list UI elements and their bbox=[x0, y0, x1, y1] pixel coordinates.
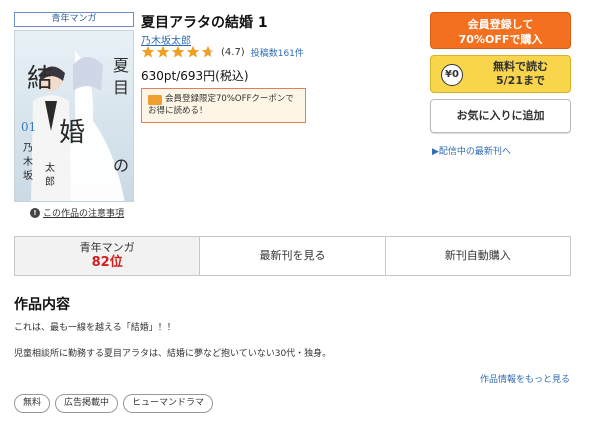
yen-coin-icon: ¥0 bbox=[441, 64, 463, 86]
review-count-link[interactable]: 投稿数161件 bbox=[251, 46, 304, 59]
svg-text:の: の bbox=[113, 156, 129, 175]
coupon-banner[interactable]: 会員登録限定70%OFFクーポンで お得に読める！ bbox=[141, 88, 306, 123]
description-line1: これは、最も一線を越える「結婚」！！ bbox=[14, 323, 176, 333]
read-free-button[interactable]: ¥0 無料で読む 5/21まで bbox=[430, 55, 571, 93]
svg-text:木: 木 bbox=[23, 156, 33, 168]
register-purchase-button[interactable]: 会員登録して 70%OFFで購入 bbox=[430, 12, 571, 49]
tag-pill[interactable]: 広告掲載中 bbox=[55, 394, 119, 413]
star-icon bbox=[201, 45, 215, 58]
free-line2: 5/21まで bbox=[496, 74, 545, 87]
tag-list: 無料 広告掲載中 ヒューマンドラマ bbox=[14, 394, 214, 413]
action-tab-bar: 青年マンガ 82位 最新刊を見る 新刊自動購入 bbox=[14, 236, 571, 276]
book-cover[interactable]: 結 婚 夏 目 の 01 乃 木 坂 太 郎 bbox=[14, 30, 134, 202]
book-cover-art: 結 婚 夏 目 の 01 乃 木 坂 太 郎 bbox=[15, 31, 133, 201]
book-title: 夏目アラタの結婚 1 bbox=[141, 15, 268, 31]
price: 630pt/693円(税込) bbox=[141, 69, 249, 83]
coupon-text-line1: 会員登録限定70%OFFクーポンで bbox=[165, 94, 294, 104]
star-icon bbox=[186, 45, 200, 58]
content-heading: 作品内容 bbox=[14, 297, 70, 313]
svg-text:乃: 乃 bbox=[23, 143, 33, 154]
description-line2: 児童相談所に勤務する夏目アラタは、結婚に夢など抱いていない30代・独身。 bbox=[14, 349, 332, 359]
rank-label: 青年マンガ bbox=[79, 241, 135, 254]
cover-volume: 01 bbox=[21, 120, 36, 134]
register-line2: 70%OFFで購入 bbox=[458, 33, 543, 46]
rating-value: (4.7) bbox=[221, 46, 245, 58]
star-icon bbox=[156, 45, 170, 58]
rating-stars bbox=[141, 45, 215, 59]
coupon-text-line2: お得に読める！ bbox=[148, 106, 208, 116]
rating-row: (4.7) 投稿数161件 bbox=[141, 45, 304, 59]
genre-tag[interactable]: 青年マンガ bbox=[14, 12, 134, 27]
svg-text:郎: 郎 bbox=[45, 175, 55, 188]
tab-latest-volume[interactable]: 最新刊を見る bbox=[200, 237, 386, 275]
tag-pill[interactable]: ヒューマンドラマ bbox=[123, 394, 214, 413]
free-line1: 無料で読む bbox=[493, 60, 548, 73]
more-info-link[interactable]: 作品情報をもっと見る bbox=[480, 372, 570, 385]
tab-genre-rank[interactable]: 青年マンガ 82位 bbox=[15, 237, 201, 275]
cover-title-art: 結 bbox=[27, 64, 53, 94]
notice-label[interactable]: この作品の注意事項 bbox=[43, 206, 124, 219]
latest-volume-link[interactable]: ▶配信中の最新刊へ bbox=[432, 144, 511, 157]
tab-auto-purchase[interactable]: 新刊自動購入 bbox=[386, 237, 570, 275]
svg-text:坂: 坂 bbox=[23, 170, 33, 182]
svg-text:婚: 婚 bbox=[59, 118, 85, 148]
info-icon: ! bbox=[30, 207, 40, 218]
register-line1: 会員登録して bbox=[467, 18, 534, 31]
tag-pill[interactable]: 無料 bbox=[14, 394, 51, 413]
add-favorite-button[interactable]: お気に入りに追加 bbox=[430, 99, 571, 133]
svg-text:夏: 夏 bbox=[113, 56, 129, 75]
notice-link[interactable]: ! この作品の注意事項 bbox=[30, 206, 124, 219]
star-icon bbox=[141, 45, 155, 58]
svg-text:目: 目 bbox=[113, 78, 129, 97]
rank-value: 82位 bbox=[91, 255, 123, 270]
svg-text:太: 太 bbox=[45, 161, 55, 174]
star-icon bbox=[171, 45, 185, 58]
coupon-icon bbox=[148, 95, 162, 105]
